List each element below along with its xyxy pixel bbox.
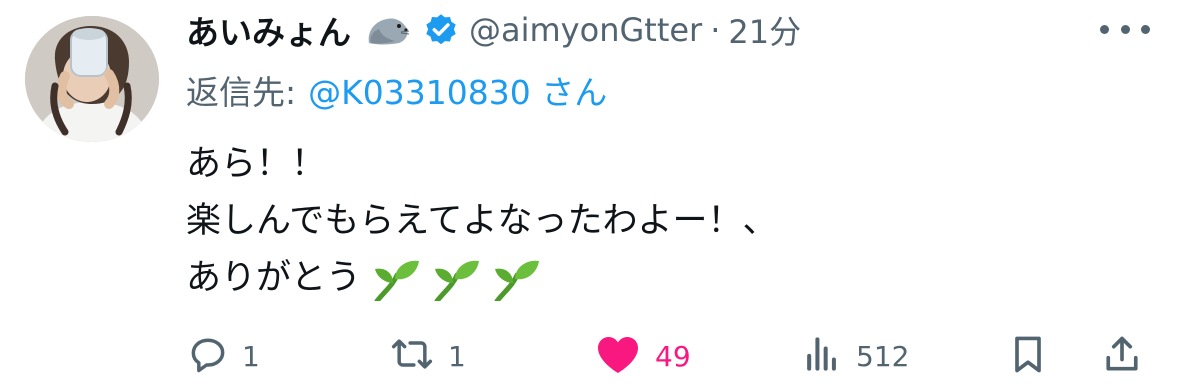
verified-badge-icon[interactable] <box>423 12 459 48</box>
views-button[interactable]: 512 <box>800 330 909 382</box>
share-button[interactable] <box>1100 330 1144 382</box>
retweet-count: 1 <box>448 339 466 373</box>
reply-button[interactable]: 1 <box>186 330 260 382</box>
tweet-line-text: ありがとう <box>186 258 362 298</box>
display-name[interactable]: あいみょん <box>186 6 351 54</box>
sprout-emoji-icon <box>371 257 421 301</box>
bookmark-icon <box>1006 332 1050 380</box>
tweet-line: あら！！ <box>186 144 327 184</box>
tweet-text: あら！！ 楽しんでもらえてよなったわよー！、 ありがとう <box>186 136 778 307</box>
user-handle[interactable]: @aimyonGtter <box>469 11 702 49</box>
timestamp[interactable]: 21分 <box>728 7 801 53</box>
seal-icon <box>365 11 411 49</box>
reply-count: 1 <box>242 339 260 373</box>
views-icon <box>800 332 844 380</box>
reply-prefix: 返信先: <box>186 73 297 112</box>
bookmark-button[interactable] <box>1006 330 1050 382</box>
sprout-emoji-icon <box>431 257 481 301</box>
avatar-image <box>25 16 159 142</box>
separator-dot: · <box>710 11 721 49</box>
like-count: 49 <box>655 339 691 373</box>
tweet-header: あいみょん @aimyonGtter · 21分 <box>186 4 801 56</box>
avatar[interactable] <box>25 16 159 142</box>
retweet-button[interactable]: 1 <box>388 330 466 382</box>
heart-icon <box>593 332 643 380</box>
tweet-line: 楽しんでもらえてよなったわよー！、 <box>186 201 778 241</box>
sprout-emoji-icon <box>491 257 541 301</box>
tweet-line: ありがとう <box>186 250 778 307</box>
like-button[interactable]: 49 <box>593 330 691 382</box>
retweet-icon <box>388 332 436 380</box>
share-icon <box>1100 332 1144 380</box>
more-options-icon[interactable] <box>1100 14 1150 44</box>
reply-icon <box>186 332 230 380</box>
view-count: 512 <box>856 339 910 373</box>
reply-to-link[interactable]: @K03310830 さん <box>308 66 607 114</box>
reply-context: 返信先: @K03310830 さん <box>186 64 607 116</box>
